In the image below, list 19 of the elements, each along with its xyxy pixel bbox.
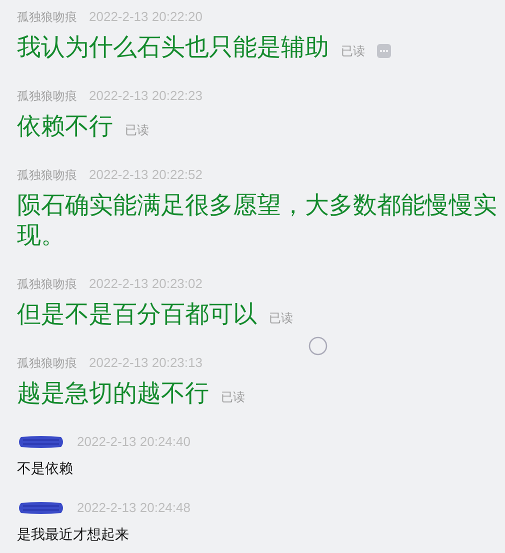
read-status: 已读 [269, 311, 293, 325]
message-text: 不是依赖 [17, 460, 73, 476]
message-text: 陨石确实能满足很多愿望，大多数都能慢慢实现。 [17, 192, 497, 249]
read-status: 已读 [125, 123, 149, 137]
sender-name: 孤独狼吻痕 [17, 167, 78, 184]
sender-name: 孤独狼吻痕 [17, 9, 78, 26]
sender-name: 孤独狼吻痕 [17, 276, 78, 293]
message-text: 依赖不行 [17, 113, 113, 140]
circle-icon [308, 336, 328, 356]
read-status: 已读 [221, 390, 245, 404]
message-text: 越是急切的越不行 [17, 380, 209, 407]
more-button[interactable] [377, 44, 391, 58]
sender-name: 孤独狼吻痕 [17, 88, 78, 105]
sender-name: 孤独狼吻痕 [17, 355, 78, 372]
ellipsis-icon [379, 48, 389, 53]
read-status: 已读 [341, 44, 365, 58]
message-text: 但是不是百分百都可以 [17, 301, 257, 328]
message-text: 我认为什么石头也只能是辅助 [17, 34, 329, 61]
message-text: 是我最近才想起来 [17, 526, 129, 542]
